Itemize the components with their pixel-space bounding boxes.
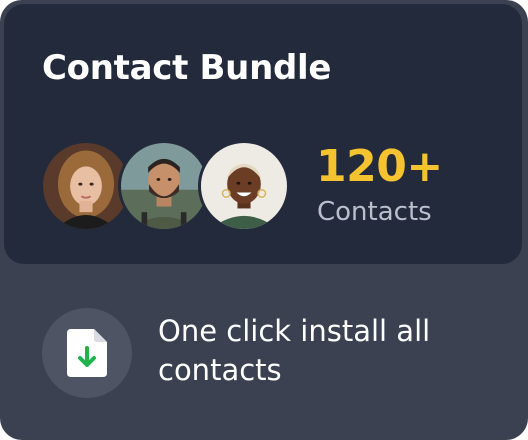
bundle-summary-panel: Contact Bundle 120+ Contacts <box>4 4 522 264</box>
contacts-label: Contacts <box>317 197 432 227</box>
install-button[interactable] <box>42 308 132 398</box>
contacts-count: 120+ <box>316 141 443 192</box>
file-download-icon <box>67 329 107 377</box>
contact-bundle-card[interactable]: Contact Bundle 120+ Contacts One click i… <box>0 0 528 440</box>
avatar-woman-blonde <box>43 143 129 229</box>
install-description: One click install all contacts <box>158 314 431 387</box>
avatar-stack <box>40 140 300 234</box>
bundle-title: Contact Bundle <box>42 48 332 88</box>
avatar-woman-short-hair <box>201 143 287 229</box>
avatar-man-bearded <box>121 143 207 229</box>
avatar <box>198 140 290 232</box>
avatar <box>118 140 210 232</box>
